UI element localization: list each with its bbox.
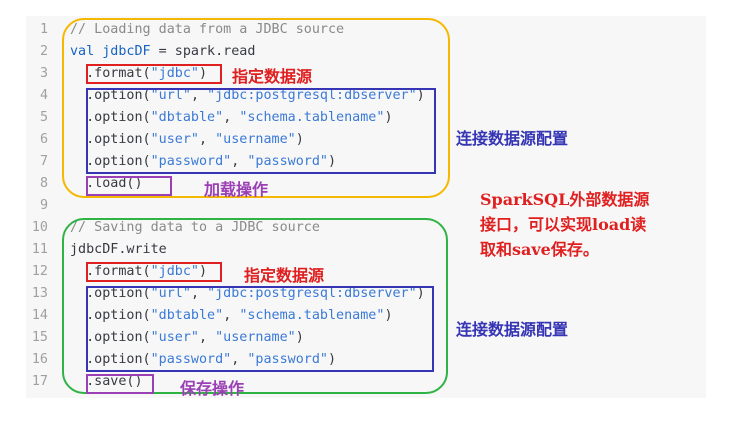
line-number: 8 <box>39 176 48 191</box>
summary-line-1: SparkSQL外部数据源 <box>480 190 650 209</box>
line-number: 10 <box>31 220 48 235</box>
line-number: 1 <box>39 22 48 37</box>
line-number: 7 <box>39 154 48 169</box>
line-number: 11 <box>31 242 48 257</box>
read-format-box <box>86 64 222 84</box>
line-number: 17 <box>31 374 48 389</box>
line-number: 4 <box>39 88 48 103</box>
write-format-box <box>86 262 222 282</box>
summary-line-3: 取和save保存。 <box>480 240 599 259</box>
write-options-annotation: 连接数据源配置 <box>456 320 569 339</box>
write-save-annotation: 保存操作 <box>180 379 245 398</box>
line-number: 6 <box>39 132 48 147</box>
write-options-box <box>86 286 434 372</box>
read-format-annotation: 指定数据源 <box>232 67 313 86</box>
read-options-annotation: 连接数据源配置 <box>456 129 569 148</box>
line-number: 2 <box>39 44 48 59</box>
write-save-box <box>86 374 154 394</box>
summary-line-2: 接口，可以实现load读 <box>480 215 647 234</box>
line-number: 9 <box>39 198 48 213</box>
read-load-annotation: 加载操作 <box>204 180 269 199</box>
read-options-box <box>86 88 436 174</box>
line-number: 12 <box>31 264 48 279</box>
line-number: 14 <box>31 308 48 323</box>
line-number: 16 <box>31 352 48 367</box>
write-format-annotation: 指定数据源 <box>244 266 325 285</box>
line-number: 13 <box>31 286 48 301</box>
line-number: 3 <box>39 66 48 81</box>
line-number: 15 <box>31 330 48 345</box>
line-number: 5 <box>39 110 48 125</box>
read-load-box <box>86 176 172 196</box>
